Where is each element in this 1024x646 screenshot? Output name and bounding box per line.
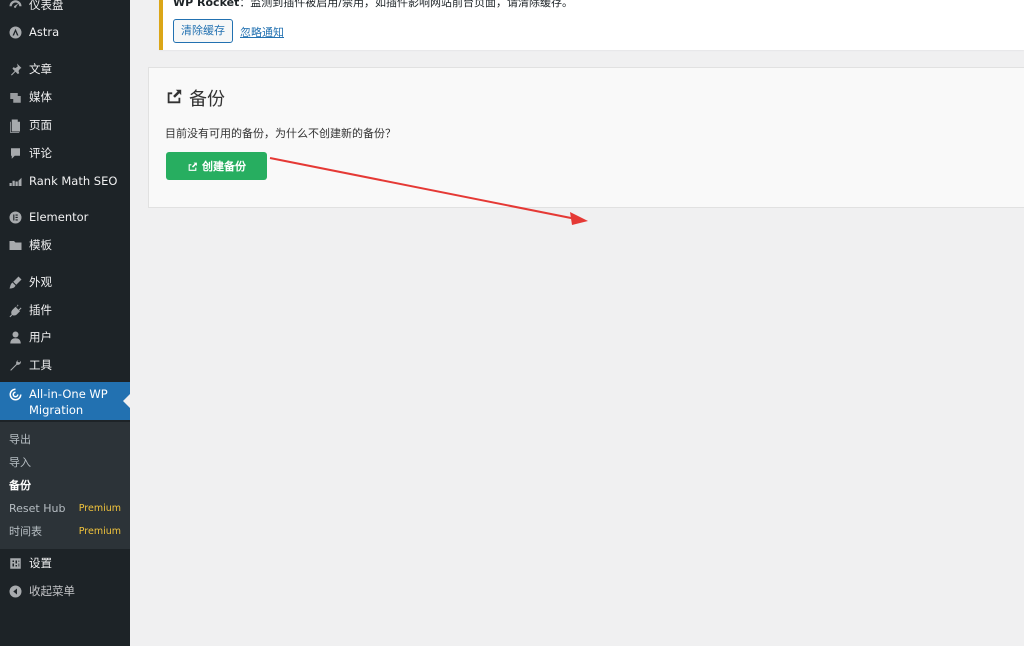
sidebar-item-pages[interactable]: 页面 (0, 111, 130, 139)
sidebar-item-all-in-one-wp-migration[interactable]: All-in-One WP Migration (0, 382, 130, 420)
submenu-item-schedules[interactable]: 时间表 Premium (9, 520, 127, 542)
submenu-item-import[interactable]: 导入 (9, 451, 127, 473)
sidebar-item-elementor[interactable]: Elementor (0, 203, 130, 231)
sidebar-item-dashboard[interactable]: 仪表盘 (0, 0, 130, 19)
premium-badge: Premium (78, 525, 121, 537)
plugin-icon (7, 302, 23, 318)
media-icon (7, 89, 23, 105)
sidebar-item-label: 设置 (29, 556, 52, 570)
sidebar-item-tools[interactable]: 工具 (0, 351, 130, 379)
dashboard-icon (7, 0, 23, 13)
sidebar-item-comments[interactable]: 评论 (0, 139, 130, 167)
submenu-item-reset-hub[interactable]: Reset Hub Premium (9, 497, 127, 519)
submenu-item-backups[interactable]: 备份 (9, 474, 127, 496)
user-icon (7, 329, 23, 345)
page-icon (7, 117, 23, 133)
wp-rocket-notice: WP Rocket：监测到插件被启用/禁用，如插件影响网站前台页面，请清除缓存。… (159, 0, 1024, 50)
sidebar-item-label: 用户 (29, 330, 52, 344)
sidebar-item-label: 评论 (29, 146, 52, 160)
sidebar-item-label: 文章 (29, 62, 52, 76)
admin-sidebar: 仪表盘 Astra 文章 媒体 页面 评论 Rank Math SEO Elem… (0, 0, 130, 646)
sidebar-item-plugins[interactable]: 插件 (0, 296, 130, 324)
page-title-text: 备份 (189, 89, 225, 110)
create-backup-button[interactable]: 创建备份 (166, 152, 267, 180)
sidebar-item-media[interactable]: 媒体 (0, 83, 130, 111)
sidebar-item-label: 模板 (29, 238, 52, 252)
share-export-icon (165, 87, 189, 110)
submenu-item-label: Reset Hub (9, 501, 66, 515)
notice-text: WP Rocket：监测到插件被启用/禁用，如插件影响网站前台页面，请清除缓存。 (173, 0, 573, 10)
current-menu-arrow (123, 394, 130, 408)
submenu-item-label: 时间表 (9, 525, 42, 538)
submenu-item-label: 导出 (9, 433, 31, 446)
sidebar-item-rank-math[interactable]: Rank Math SEO (0, 167, 130, 195)
sidebar-item-appearance[interactable]: 外观 (0, 268, 130, 296)
sidebar-item-label: Rank Math SEO (29, 174, 118, 188)
sidebar-item-label: 媒体 (29, 90, 52, 104)
create-backup-label: 创建备份 (202, 161, 246, 173)
submenu-item-export[interactable]: 导出 (9, 428, 127, 450)
wrench-icon (7, 357, 23, 373)
sidebar-item-astra[interactable]: Astra (0, 18, 130, 46)
submenu-item-label: 备份 (9, 479, 31, 492)
sidebar-item-label: 外观 (29, 275, 52, 289)
sidebar-item-label: 仪表盘 (29, 0, 64, 12)
notice-brand: WP Rocket (173, 0, 240, 9)
rank-math-icon (7, 173, 23, 189)
collapse-icon (7, 583, 23, 599)
empty-backups-message: 目前没有可用的备份，为什么不创建新的备份？ (165, 127, 396, 140)
notice-message: ：监测到插件被启用/禁用，如插件影响网站前台页面，请清除缓存。 (239, 0, 574, 9)
elementor-icon (7, 209, 23, 225)
sidebar-item-label: 插件 (29, 303, 52, 317)
share-export-icon (188, 162, 197, 171)
sidebar-item-posts[interactable]: 文章 (0, 55, 130, 83)
page-title: 备份 (165, 85, 225, 111)
sidebar-item-label: 收起菜单 (29, 584, 75, 598)
migration-submenu: 导出 导入 备份 Reset Hub Premium 时间表 Premium (0, 422, 130, 549)
sidebar-item-users[interactable]: 用户 (0, 323, 130, 351)
folder-icon (7, 237, 23, 253)
sidebar-item-label: 页面 (29, 118, 52, 132)
sidebar-item-label: All-in-One WP Migration (29, 387, 108, 417)
sidebar-item-settings[interactable]: 设置 (0, 549, 130, 577)
backups-panel: 备份 目前没有可用的备份，为什么不创建新的备份？ 创建备份 (148, 67, 1024, 208)
brush-icon (7, 274, 23, 290)
premium-badge: Premium (78, 502, 121, 514)
clear-cache-button[interactable]: 清除缓存 (173, 19, 233, 43)
sidebar-item-label: Astra (29, 25, 60, 39)
comment-icon (7, 145, 23, 161)
sidebar-item-label: 工具 (29, 358, 52, 372)
submenu-item-label: 导入 (9, 456, 31, 469)
sidebar-item-templates[interactable]: 模板 (0, 231, 130, 259)
dismiss-notice-link[interactable]: 忽略通知 (240, 24, 284, 40)
sidebar-item-label: Elementor (29, 210, 89, 224)
settings-icon (7, 555, 23, 571)
sidebar-item-collapse-menu[interactable]: 收起菜单 (0, 577, 130, 605)
astra-icon (7, 24, 23, 40)
pin-icon (7, 61, 23, 77)
migration-icon (7, 386, 23, 402)
